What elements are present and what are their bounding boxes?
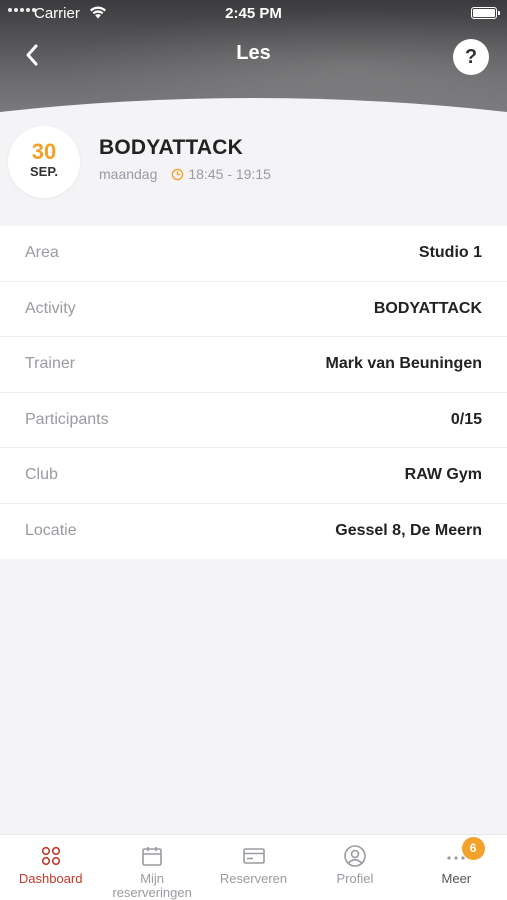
tab-label: Profiel bbox=[336, 871, 374, 886]
header-curve bbox=[0, 98, 507, 122]
detail-row-trainer: Trainer Mark van Beuningen bbox=[0, 337, 507, 393]
class-summary: 30 SEP. BODYATTACK maandag 18:45 - 19:15 bbox=[0, 112, 507, 224]
tab-label: Dashboard bbox=[18, 871, 83, 886]
date-day: 30 bbox=[31, 139, 57, 164]
calendar-icon bbox=[142, 847, 162, 866]
tab-profile[interactable]: Profiel bbox=[304, 835, 405, 900]
tab-label: Mijn reserveringen bbox=[112, 871, 192, 900]
detail-value: Studio 1 bbox=[418, 244, 482, 262]
class-weekday: maandag bbox=[99, 166, 158, 182]
class-schedule: maandag 18:45 - 19:15 bbox=[99, 166, 271, 182]
battery-icon bbox=[471, 7, 500, 19]
tab-dashboard[interactable]: Dashboard bbox=[0, 835, 101, 900]
clock-icon bbox=[172, 168, 184, 180]
detail-label: Activity bbox=[25, 299, 76, 317]
help-button[interactable]: ? bbox=[453, 39, 489, 75]
detail-row-location: Locatie Gessel 8, De Meern bbox=[0, 504, 507, 560]
status-bar: Carrier 2:45 PM bbox=[0, 0, 507, 26]
profile-icon bbox=[344, 845, 366, 867]
date-month: SEP. bbox=[30, 164, 58, 179]
detail-label: Participants bbox=[25, 410, 109, 428]
detail-value: Mark van Beuningen bbox=[325, 355, 482, 373]
class-name: BODYATTACK bbox=[99, 136, 243, 159]
detail-label: Club bbox=[25, 466, 58, 484]
tab-more[interactable]: 6 Meer bbox=[406, 835, 507, 900]
detail-row-participants: Participants 0/15 bbox=[0, 393, 507, 448]
detail-value: BODYATTACK bbox=[373, 299, 482, 317]
date-badge: 30 SEP. bbox=[8, 126, 80, 198]
tab-book[interactable]: Reserveren bbox=[203, 835, 304, 900]
notification-badge: 6 bbox=[461, 837, 485, 860]
detail-label: Trainer bbox=[25, 355, 76, 373]
detail-row-activity: Activity BODYATTACK bbox=[0, 282, 507, 337]
tab-bar: Dashboard Mijn reserveringen Reserveren … bbox=[0, 834, 507, 900]
detail-value: Gessel 8, De Meern bbox=[335, 522, 482, 540]
detail-row-club: Club RAW Gym bbox=[0, 448, 507, 504]
dashboard-icon bbox=[41, 846, 60, 866]
detail-label: Locatie bbox=[25, 522, 77, 540]
detail-value: 0/15 bbox=[450, 410, 482, 428]
card-icon bbox=[242, 848, 265, 864]
class-time: 18:45 - 19:15 bbox=[188, 166, 271, 182]
tab-label: Reserveren bbox=[219, 871, 288, 886]
detail-label: Area bbox=[25, 244, 59, 262]
tab-reservations[interactable]: Mijn reserveringen bbox=[101, 835, 202, 900]
details-list: Area Studio 1 Activity BODYATTACK Traine… bbox=[0, 226, 507, 559]
page-title: Les bbox=[236, 42, 271, 64]
clock-time: 2:45 PM bbox=[225, 5, 282, 22]
detail-value: RAW Gym bbox=[404, 466, 482, 484]
detail-row-area: Area Studio 1 bbox=[0, 226, 507, 282]
tab-label: Meer bbox=[441, 871, 472, 886]
